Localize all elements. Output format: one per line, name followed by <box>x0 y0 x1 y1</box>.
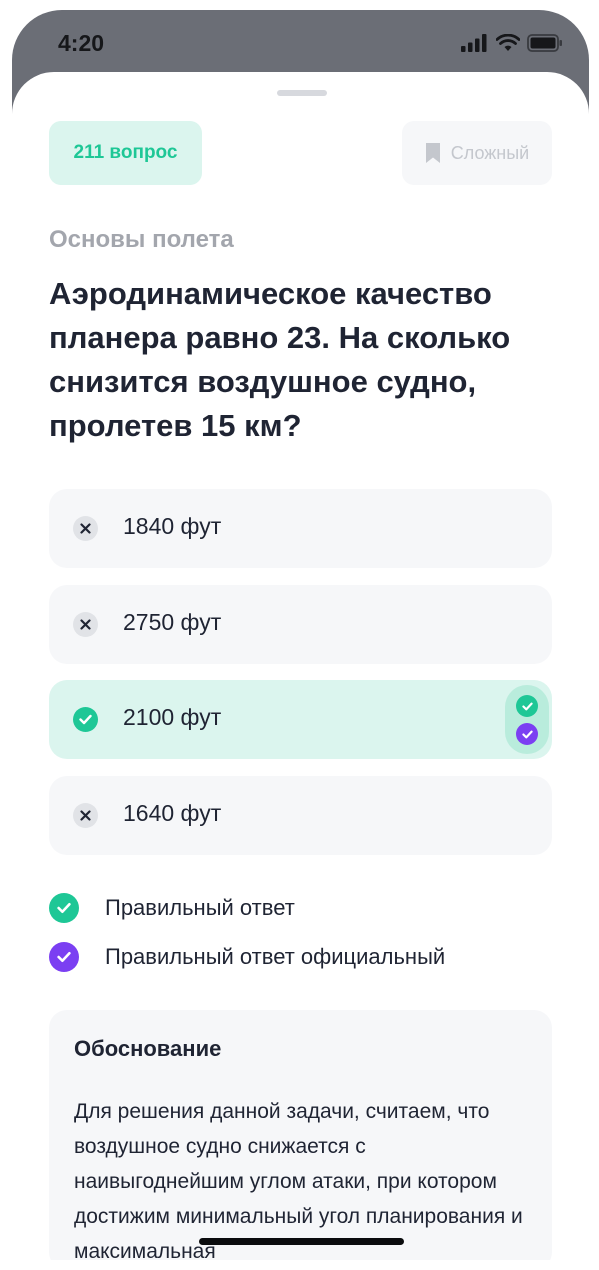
wifi-icon <box>496 34 520 51</box>
check-icon <box>49 942 79 972</box>
answer-text: 2100 фут <box>123 704 222 730</box>
close-icon <box>73 612 98 637</box>
answer-marks <box>505 685 549 754</box>
legend-correct-label: Правильный ответ <box>105 895 295 920</box>
status-time: 4:20 <box>58 30 105 56</box>
check-icon <box>73 707 98 732</box>
answer-option-correct[interactable]: 2100 фут <box>49 680 552 759</box>
legend-official-label: Правильный ответ официальный <box>105 944 446 969</box>
battery-icon <box>527 34 562 52</box>
explanation-text: Для решения данной задачи, считаем, что … <box>74 1100 523 1260</box>
legend-correct: Правильный ответ <box>49 893 295 923</box>
question-number-badge: 211 вопрос <box>49 121 202 185</box>
question-number-label: 211 вопрос <box>73 142 178 163</box>
question-category: Основы полета <box>49 226 234 253</box>
answer-text: 2750 фут <box>123 609 222 635</box>
check-icon <box>49 893 79 923</box>
answer-text: 1840 фут <box>123 513 222 539</box>
status-icons <box>461 34 563 52</box>
close-icon <box>73 516 98 541</box>
sheet-grabber[interactable] <box>277 90 327 96</box>
answer-option[interactable]: 1640 фут <box>49 776 552 855</box>
bookmark-icon <box>425 143 440 163</box>
question-sheet: 211 вопрос Сложный Основы полета Аэродин… <box>12 72 589 1260</box>
explanation-card: Обоснование Для решения данной задачи, с… <box>49 1010 552 1260</box>
phone-frame: 4:20 211 вопрос Сложный Основы полета Аэ… <box>12 10 589 1260</box>
mark-difficult-label: Сложный <box>450 142 530 163</box>
explanation-title: Обоснование <box>74 1036 222 1061</box>
close-icon <box>73 803 98 828</box>
home-indicator[interactable] <box>199 1238 404 1245</box>
answer-option[interactable]: 1840 фут <box>49 489 552 568</box>
mark-difficult-button[interactable]: Сложный <box>402 121 552 185</box>
signal-icon <box>461 34 487 52</box>
answer-option[interactable]: 2750 фут <box>49 585 552 664</box>
answer-text: 1640 фут <box>123 800 222 826</box>
correct-check-icon <box>516 695 538 717</box>
official-check-icon <box>516 723 538 745</box>
question-text: Аэродинамическое качество планера равно … <box>49 276 511 443</box>
status-bar: 4:20 <box>12 10 589 72</box>
legend-official: Правильный ответ официальный <box>49 942 445 972</box>
